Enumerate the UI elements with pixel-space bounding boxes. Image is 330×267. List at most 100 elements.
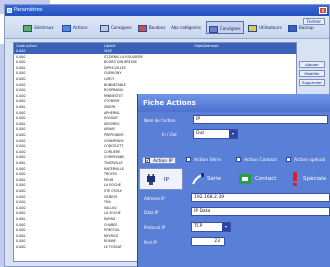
list-item-code: 0.000 [16, 93, 26, 98]
list-item-label: LA SOCHE [104, 211, 121, 216]
list-item-label: VIDE [104, 49, 112, 53]
list-item-label: ROSPRAING [104, 88, 124, 93]
list-item-label: VALLIGI [104, 205, 117, 210]
list-item-code: 0.000 [16, 200, 26, 205]
dialog-title: Fiche Actions [138, 94, 330, 112]
list-item-code: 0.000 [16, 49, 26, 53]
list-item-label: PREPIGNIER [104, 133, 124, 137]
list-item-code: 0.000 [16, 228, 26, 233]
list-item-code: 0.000 [16, 54, 26, 59]
list-item-code: 0.000 [16, 217, 26, 221]
tab-actions[interactable]: Actions [62, 21, 88, 34]
check-icon: ✔ [145, 158, 150, 163]
list-item-code: 0.000 [16, 138, 26, 143]
window-title: Paramètres [14, 7, 43, 13]
boutons-icon [138, 24, 147, 32]
list-item-code: 0.000 [16, 211, 26, 216]
list-item-label: MINNESTET [104, 93, 124, 98]
list-item-label: LA ROCHE [104, 183, 121, 188]
list-item-label: CHAMPIGNY [104, 138, 124, 143]
fermer-button[interactable]: Fermer [303, 18, 325, 25]
list-item-code: 0.000 [16, 194, 26, 199]
list-item-code: 0.000 [16, 82, 26, 87]
list-item-code: 0.000 [16, 172, 26, 177]
serial-cable-icon [192, 173, 204, 185]
tab-utilisateurs[interactable]: Utilisateurs [248, 21, 282, 34]
list-item[interactable]: 0.000 BONNETABLE [14, 83, 296, 88]
chevron-down-icon: ▾ [229, 130, 237, 138]
list-item-code: 0.000 [16, 149, 26, 154]
list-item-code: 0.000 [16, 71, 26, 76]
list-item-code: 0.000 [16, 155, 26, 160]
checkbox-action-ip[interactable]: ✔ Action IP [142, 157, 176, 164]
list-item[interactable]: 0.000 LURCY [14, 77, 296, 82]
list-item-code: 0.000 [16, 133, 26, 137]
checkbox-action-special[interactable]: Action spécial [286, 157, 325, 164]
tab-abo-categories[interactable]: Abo catégories [171, 21, 201, 34]
plug-icon [147, 174, 155, 185]
action-type-checkboxes: ✔ Action IP Action Série Action Contact A… [140, 154, 330, 167]
adresse-ip-input[interactable]: 192.168.2.39 [191, 193, 330, 202]
list-item-code: 0.000 [16, 88, 26, 93]
list-item[interactable]: 0.000 ROSPRAING [14, 88, 296, 93]
list-item-code: 0.000 [16, 116, 26, 121]
list-item[interactable]: 0.000 ST-DENIS LA ROUGIERE [14, 55, 296, 60]
nom-action-label: Nom de l'action [144, 118, 176, 123]
list-item-code: 0.000 [16, 183, 26, 188]
list-item-label: BONNETABLE [104, 82, 127, 87]
list-item-code: 0.000 [16, 127, 26, 132]
in-out-select[interactable]: Out ▾ [193, 129, 238, 139]
list-item-label: HOUDAT [104, 116, 118, 121]
close-window-button[interactable]: x [319, 7, 327, 14]
list-item[interactable]: 0.000 DIPES-VILLES [14, 66, 296, 71]
list-item-code: 0.000 [16, 239, 26, 244]
checkbox-action-serie[interactable]: Action Série [186, 157, 221, 164]
data-ip-input[interactable]: IP Data [191, 207, 330, 216]
list-item-label: NEVRICE [104, 233, 119, 238]
list-item-label: LURCY [104, 77, 115, 81]
list-item-label: CHABEE [104, 222, 118, 227]
list-item-code: 0.000 [16, 77, 26, 81]
port-ip-input[interactable]: 23 [191, 237, 225, 246]
list-item-label: ST-DENIS LA ROUGIERE [104, 54, 143, 59]
list-item-code: 0.000 [16, 245, 26, 249]
list-item-label: STORENY [104, 99, 120, 104]
protocol-ip-label: Protocol IP [144, 225, 165, 230]
protocol-ip-select[interactable]: TCP ▾ [191, 222, 231, 232]
list-item-code: 0.000 [16, 105, 26, 109]
list-item-label: ARNAY [104, 127, 116, 132]
tab-speciale[interactable]: Spéciale [285, 168, 330, 190]
consignes-icon [100, 24, 109, 32]
list-item-label: LE FOSSAT [104, 245, 122, 249]
tab-consignes-active[interactable]: Consignes [206, 21, 244, 34]
chevron-down-icon: ▾ [222, 223, 230, 231]
list-item-code: 0.000 [16, 189, 26, 193]
data-ip-label: Data IP [144, 210, 159, 215]
supprimer-button[interactable]: Supprimer [299, 79, 325, 86]
list-item[interactable]: 0.000 GUERIGNY [14, 71, 296, 76]
checkbox-action-contact[interactable]: Action Contact [236, 157, 277, 164]
tab-consignes[interactable]: Consignes [100, 21, 132, 34]
nom-action-input[interactable]: IP [193, 115, 328, 124]
in-out-label: In / Out [162, 132, 177, 137]
tab-ip[interactable]: IP [139, 168, 183, 190]
list-item-label: APHERVIL [104, 110, 120, 115]
list-item[interactable]: 0.000 VIDE [14, 49, 296, 54]
generaux-icon [23, 24, 32, 32]
list-item-label: SIRERY [104, 105, 116, 109]
tab-boutons[interactable]: Boutons [138, 21, 165, 34]
tab-generaux[interactable]: Généraux [23, 21, 54, 34]
app-icon [7, 8, 12, 13]
utilisateurs-icon [248, 24, 257, 32]
ajouter-button[interactable]: Ajouter [299, 61, 325, 68]
list-item[interactable]: 0.000 BOURG DIN BRESSE [14, 60, 296, 65]
list-item-code: 0.000 [16, 65, 26, 70]
list-item-code: 0.000 [16, 222, 26, 227]
fiche-actions-dialog: Fiche Actions Nom de l'action IP In / Ou… [137, 94, 330, 267]
modifier-button[interactable]: Modifier [299, 70, 325, 77]
backup-icon [288, 24, 297, 32]
list-item-label: RAPAN [104, 217, 115, 221]
list-item-code: 0.000 [16, 205, 26, 210]
list-item-label: BOURG DIN BRESSE [104, 60, 138, 65]
adresse-ip-label: Adresse IP [144, 196, 165, 201]
